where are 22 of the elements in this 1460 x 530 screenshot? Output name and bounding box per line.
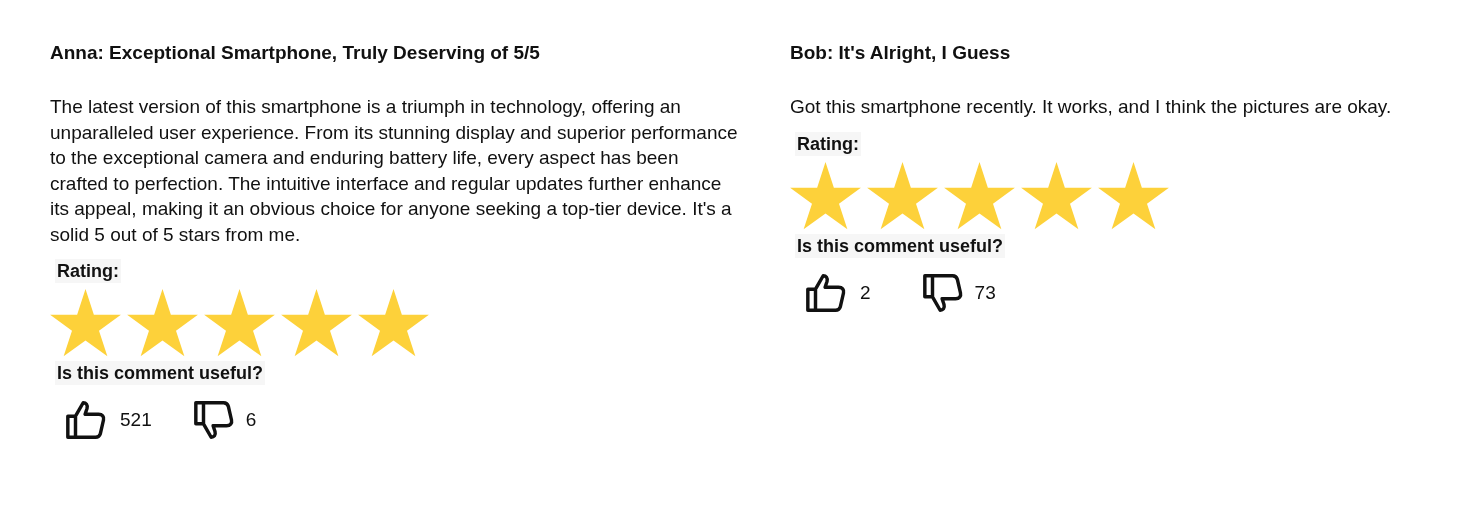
usefulness-question: Is this comment useful? bbox=[795, 233, 1006, 258]
star-icon bbox=[867, 161, 938, 230]
star-icon bbox=[127, 289, 198, 357]
star-icon bbox=[204, 289, 275, 357]
usefulness-question: Is this comment useful? bbox=[55, 361, 266, 385]
star-icon bbox=[1021, 161, 1092, 230]
star-icon bbox=[1098, 161, 1169, 230]
star-icon bbox=[281, 289, 352, 357]
dislike-count: 73 bbox=[974, 281, 996, 304]
like-count: 521 bbox=[120, 409, 152, 431]
star-icon bbox=[358, 289, 429, 357]
star-icon bbox=[50, 289, 121, 357]
star-icon bbox=[944, 161, 1015, 230]
review-title: Bob: It's Alright, I Guess bbox=[790, 41, 1012, 65]
review-title: Anna: Exceptional Smartphone, Truly Deserving of 5/5 bbox=[50, 41, 541, 65]
rating-label: Rating: bbox=[795, 131, 861, 156]
rating-label: Rating: bbox=[55, 259, 121, 283]
dislike-count: 6 bbox=[245, 409, 257, 431]
like-count: 2 bbox=[860, 281, 871, 304]
star-icon bbox=[790, 161, 861, 230]
review-text: The latest version of this smartphone is a triumph in technology, offering an unparalleled user experience. From its stunning display and superior performance to the exceptional camera and enduring battery life, every aspect has been crafted to perfection. The intuitive interface and regular updates further enhance its appeal, making it an obvious choice for anyone seeking a top-tier device. It's a solid 5 out of 5 stars from me. bbox=[50, 95, 739, 247]
review-text: Got this smartphone recently. It works, and I think the pictures are okay. bbox=[790, 95, 1393, 119]
